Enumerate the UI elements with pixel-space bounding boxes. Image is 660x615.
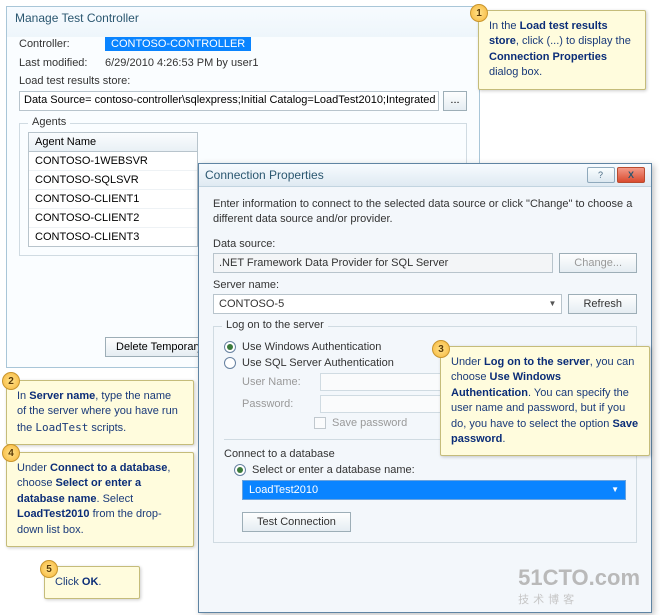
chevron-down-icon: ▼ (549, 299, 557, 308)
database-value: LoadTest2010 (249, 484, 318, 496)
radio-select-db[interactable]: Select or enter a database name: (234, 464, 626, 476)
callout-4: Under Connect to a database, choose Sele… (6, 452, 194, 547)
username-label: User Name: (242, 376, 312, 388)
badge-5: 5 (40, 560, 58, 578)
agent-header[interactable]: Agent Name (29, 133, 197, 152)
checkbox-icon (314, 417, 326, 429)
logon-legend: Log on to the server (222, 319, 328, 331)
store-ellipsis-button[interactable]: ... (443, 91, 467, 111)
data-source-label: Data source: (213, 238, 637, 250)
callout-1: In the Load test results store, click (.… (478, 10, 646, 90)
radio-icon (224, 341, 236, 353)
server-name-value: CONTOSO-5 (219, 298, 284, 310)
table-row[interactable]: CONTOSO-CLIENT2 (29, 209, 197, 228)
agents-table[interactable]: Agent Name CONTOSO-1WEBSVR CONTOSO-SQLSV… (28, 132, 198, 247)
watermark-sub: 技术博客 (518, 591, 640, 607)
radio-icon (224, 357, 236, 369)
badge-3: 3 (432, 340, 450, 358)
radio-icon (234, 464, 246, 476)
callout-5: Click OK. (44, 566, 140, 599)
test-connection-button[interactable]: Test Connection (242, 512, 351, 532)
callout-2: In Server name, type the name of the ser… (6, 380, 194, 445)
refresh-button[interactable]: Refresh (568, 294, 637, 314)
table-row[interactable]: CONTOSO-1WEBSVR (29, 152, 197, 171)
help-button[interactable]: ? (587, 167, 615, 183)
radio-windows-label: Use Windows Authentication (242, 341, 381, 353)
dialog-title: Connection Properties (205, 168, 324, 182)
window-title: Manage Test Controller (7, 7, 479, 29)
password-label: Password: (242, 398, 312, 410)
close-icon: X (628, 170, 634, 180)
table-row[interactable]: CONTOSO-SQLSVR (29, 171, 197, 190)
watermark-main: 51CTO.com (518, 565, 640, 590)
table-row[interactable]: CONTOSO-CLIENT1 (29, 190, 197, 209)
server-name-combo[interactable]: CONTOSO-5 ▼ (213, 294, 562, 314)
badge-2: 2 (2, 372, 20, 390)
controller-label: Controller: (19, 38, 97, 50)
last-modified-label: Last modified: (19, 57, 97, 69)
chevron-down-icon: ▼ (611, 485, 619, 494)
last-modified-value: 6/29/2010 4:26:53 PM by user1 (105, 57, 259, 69)
change-button[interactable]: Change... (559, 253, 637, 273)
store-label: Load test results store: (19, 75, 467, 87)
svg-text:?: ? (598, 170, 603, 180)
table-row[interactable]: CONTOSO-CLIENT3 (29, 228, 197, 246)
close-button[interactable]: X (617, 167, 645, 183)
callout-3: Under Log on to the server, you can choo… (440, 346, 650, 456)
data-source-field: .NET Framework Data Provider for SQL Ser… (213, 253, 553, 273)
badge-4: 4 (2, 444, 20, 462)
save-password-label: Save password (332, 417, 407, 429)
watermark: 51CTO.com 技术博客 (518, 565, 640, 607)
database-combo[interactable]: LoadTest2010 ▼ (242, 480, 626, 500)
dialog-intro: Enter information to connect to the sele… (213, 197, 637, 228)
select-db-label: Select or enter a database name: (252, 464, 415, 476)
store-input[interactable]: Data Source= contoso-controller\sqlexpre… (19, 91, 439, 111)
server-name-label: Server name: (213, 279, 637, 291)
badge-1: 1 (470, 4, 488, 22)
agents-legend: Agents (28, 116, 70, 128)
controller-value[interactable]: CONTOSO-CONTROLLER (105, 37, 251, 51)
radio-sql-label: Use SQL Server Authentication (242, 357, 394, 369)
